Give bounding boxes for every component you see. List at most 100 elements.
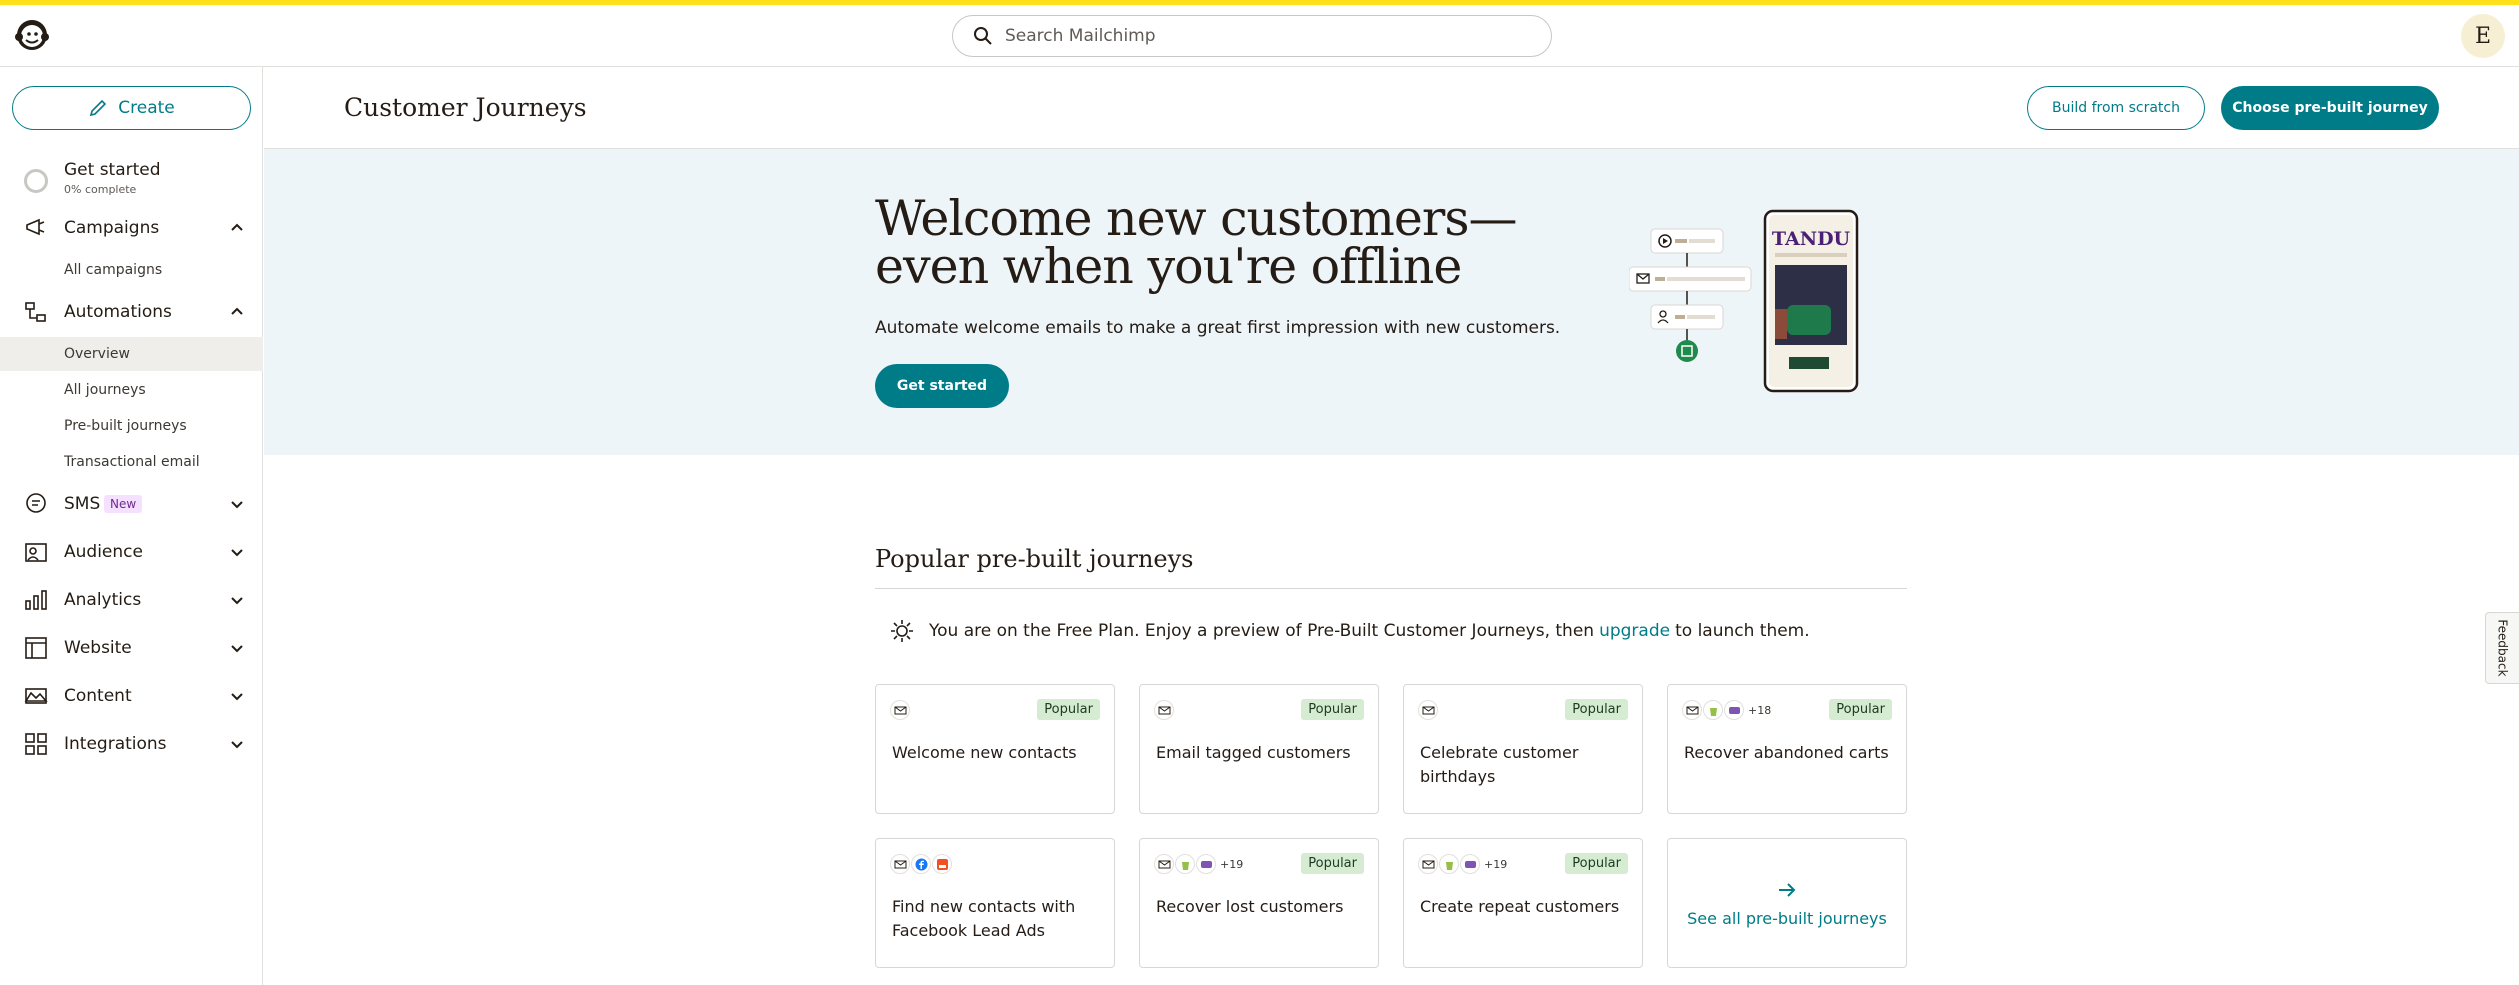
woo-icon xyxy=(1460,854,1480,874)
page-title: Customer Journeys xyxy=(344,93,587,122)
new-badge: New xyxy=(104,495,143,513)
chevron-down-icon[interactable] xyxy=(228,495,246,513)
lead-ads-icon xyxy=(932,854,952,874)
card-icons: +19 xyxy=(1154,853,1243,875)
more-integrations-count: +18 xyxy=(1748,703,1772,717)
get-started-button[interactable]: Get started xyxy=(875,364,1009,408)
email-icon xyxy=(1418,700,1438,720)
popular-badge: Popular xyxy=(1829,699,1892,720)
email-icon xyxy=(1682,700,1702,720)
integrations-grid-icon xyxy=(25,733,47,755)
woo-icon xyxy=(1724,700,1744,720)
chevron-down-icon[interactable] xyxy=(228,639,246,657)
pencil-icon xyxy=(90,99,107,117)
feedback-tab[interactable]: Feedback xyxy=(2485,612,2519,684)
create-button[interactable]: Create xyxy=(12,86,251,130)
top-bar: Search Mailchimp E xyxy=(0,5,2519,67)
popular-badge: Popular xyxy=(1565,699,1628,720)
journey-card[interactable]: +18 Popular Recover abandoned carts xyxy=(1667,684,1907,814)
card-title: Recover lost customers xyxy=(1156,897,1344,916)
journey-card[interactable]: Find new contacts with Facebook Lead Ads xyxy=(875,838,1115,968)
choose-prebuilt-journey-button[interactable]: Choose pre-built journey xyxy=(2221,86,2439,130)
audience-label: Audience xyxy=(64,542,143,562)
sidebar-sub-all-journeys[interactable]: All journeys xyxy=(0,373,263,407)
arrow-right-icon xyxy=(1779,882,1796,897)
phone-brand-text: TANDU xyxy=(1772,228,1851,250)
chevron-down-icon[interactable] xyxy=(228,543,246,561)
card-icons xyxy=(1154,699,1175,721)
get-started-label: Get started xyxy=(64,160,161,180)
get-started-progress: 0% complete xyxy=(64,183,137,196)
popular-badge: Popular xyxy=(1037,699,1100,720)
user-avatar[interactable]: E xyxy=(2461,14,2505,58)
audience-icon xyxy=(25,543,47,562)
journey-card[interactable]: +19 Popular Create repeat customers xyxy=(1403,838,1643,968)
sms-chat-icon xyxy=(26,493,46,513)
analytics-bar-chart-icon xyxy=(25,590,47,610)
analytics-label: Analytics xyxy=(64,590,142,610)
popular-badge: Popular xyxy=(1565,853,1628,874)
sidebar-sub-prebuilt-journeys[interactable]: Pre-built journeys xyxy=(0,409,263,443)
card-title: Email tagged customers xyxy=(1156,743,1351,762)
journey-card[interactable]: Popular Email tagged customers xyxy=(1139,684,1379,814)
chevron-down-icon[interactable] xyxy=(228,735,246,753)
hero-banner: Welcome new customers— even when you're … xyxy=(264,149,2519,455)
sidebar-sub-transactional-email[interactable]: Transactional email xyxy=(0,445,263,479)
journey-card[interactable]: Popular Welcome new contacts xyxy=(875,684,1115,814)
shopify-icon xyxy=(1703,700,1723,720)
card-icons xyxy=(890,853,953,875)
sidebar-item-content[interactable]: Content xyxy=(0,676,263,716)
sidebar-sub-overview[interactable]: Overview xyxy=(0,337,263,371)
woo-icon xyxy=(1196,854,1216,874)
sidebar-item-analytics[interactable]: Analytics xyxy=(0,580,263,620)
chevron-down-icon[interactable] xyxy=(228,687,246,705)
journey-card[interactable]: Popular Celebrate customer birthdays xyxy=(1403,684,1643,814)
email-icon xyxy=(890,700,910,720)
sidebar-item-get-started[interactable]: Get started 0% complete xyxy=(0,156,263,206)
feedback-label: Feedback xyxy=(2495,619,2510,677)
sidebar-item-audience[interactable]: Audience xyxy=(0,532,263,572)
section-divider xyxy=(875,588,1907,589)
automations-label: Automations xyxy=(64,302,172,322)
email-icon xyxy=(1418,854,1438,874)
card-title: Recover abandoned carts xyxy=(1684,743,1889,762)
sidebar-sub-all-campaigns[interactable]: All campaigns xyxy=(0,253,263,287)
campaigns-megaphone-icon xyxy=(26,218,45,236)
journey-phone-illustration-icon: TANDU xyxy=(1629,209,1859,393)
hero-title-line-2: even when you're offline xyxy=(875,238,1462,295)
sidebar-item-integrations[interactable]: Integrations xyxy=(0,724,263,764)
see-all-prebuilt-journeys-link[interactable]: See all pre-built journeys xyxy=(1667,838,1907,968)
search-input[interactable]: Search Mailchimp xyxy=(952,15,1552,57)
main-content: Customer Journeys Build from scratch Cho… xyxy=(264,67,2519,985)
chevron-up-icon[interactable] xyxy=(228,219,246,237)
page-header: Customer Journeys Build from scratch Cho… xyxy=(264,67,2519,149)
progress-ring-icon xyxy=(24,169,48,193)
facebook-icon xyxy=(911,854,931,874)
sidebar-item-automations[interactable]: Automations xyxy=(0,292,263,332)
sidebar-item-website[interactable]: Website xyxy=(0,628,263,668)
popular-badge: Popular xyxy=(1301,853,1364,874)
sidebar-item-campaigns[interactable]: Campaigns xyxy=(0,208,263,248)
upgrade-link[interactable]: upgrade xyxy=(1599,621,1670,641)
sparkle-sun-icon xyxy=(891,620,913,642)
build-from-scratch-button[interactable]: Build from scratch xyxy=(2027,86,2205,130)
mailchimp-logo-icon[interactable] xyxy=(12,15,52,55)
search-placeholder: Search Mailchimp xyxy=(1005,26,1156,46)
more-integrations-count: +19 xyxy=(1484,857,1508,871)
transactional-email-label: Transactional email xyxy=(64,454,200,470)
campaigns-label: Campaigns xyxy=(64,218,160,238)
email-icon xyxy=(1154,854,1174,874)
integrations-label: Integrations xyxy=(64,734,167,754)
search-icon xyxy=(974,27,992,45)
website-label: Website xyxy=(64,638,132,658)
journey-card[interactable]: +19 Popular Recover lost customers xyxy=(1139,838,1379,968)
create-button-label: Create xyxy=(118,98,175,118)
chevron-down-icon[interactable] xyxy=(228,591,246,609)
free-plan-notice: You are on the Free Plan. Enjoy a previe… xyxy=(889,618,1810,644)
card-title: Celebrate customer birthdays xyxy=(1420,743,1579,786)
shopify-icon xyxy=(1175,854,1195,874)
sidebar: Create Get started 0% complete Campaigns… xyxy=(0,67,263,985)
email-icon xyxy=(890,854,910,874)
sidebar-item-sms[interactable]: SMS New xyxy=(0,484,263,524)
chevron-up-icon[interactable] xyxy=(228,303,246,321)
